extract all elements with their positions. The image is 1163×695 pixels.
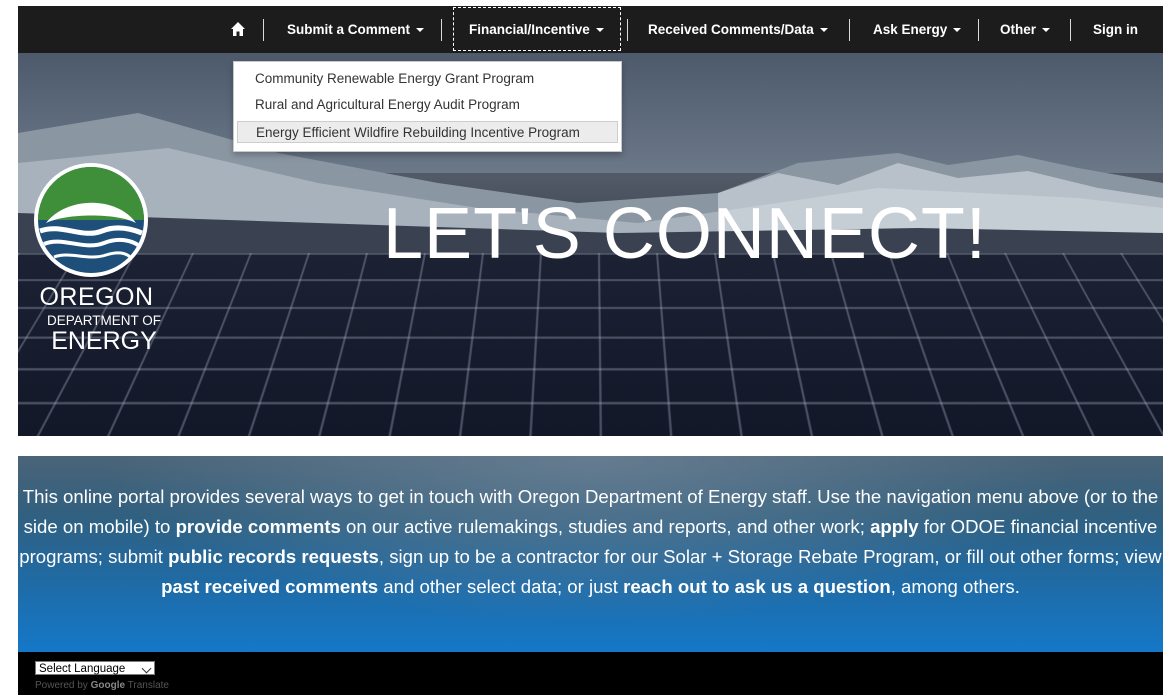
public-records-text: public records requests bbox=[168, 546, 379, 567]
intro-section: This online portal provides several ways… bbox=[18, 456, 1163, 652]
financial-incentive-dropdown: Community Renewable Energy Grant Program… bbox=[233, 61, 622, 152]
ask-question-text: reach out to ask us a question bbox=[623, 576, 891, 597]
powered-by-google-translate[interactable]: Powered by Google Translate bbox=[35, 680, 169, 691]
dropdown-item-wildfire-rebuilding[interactable]: Energy Efficient Wildfire Rebuilding Inc… bbox=[237, 121, 618, 143]
nav-received-comments[interactable]: Received Comments/Data bbox=[648, 6, 828, 53]
nav-separator bbox=[849, 19, 850, 41]
nav-separator bbox=[978, 19, 979, 41]
logo-text-department: DEPARTMENT OF bbox=[46, 313, 161, 328]
chevron-down-icon bbox=[141, 663, 152, 674]
caret-down-icon bbox=[595, 28, 604, 33]
odoe-logo-icon[interactable] bbox=[32, 161, 150, 279]
caret-down-icon bbox=[1042, 28, 1051, 33]
language-select[interactable]: Select Language bbox=[35, 661, 155, 675]
dropdown-item-rural-agricultural[interactable]: Rural and Agricultural Energy Audit Prog… bbox=[234, 94, 619, 116]
top-navbar: Submit a Comment Financial/Incentive Rec… bbox=[18, 6, 1163, 53]
nav-separator bbox=[441, 19, 442, 41]
google-logo-text: Google bbox=[90, 680, 126, 691]
logo-text-oregon: OREGON bbox=[39, 283, 154, 311]
apply-text: apply bbox=[870, 516, 919, 537]
logo-text-energy: ENERGY bbox=[51, 327, 157, 355]
home-icon[interactable] bbox=[230, 21, 246, 37]
nav-separator bbox=[627, 19, 628, 41]
nav-separator bbox=[263, 19, 264, 41]
nav-other[interactable]: Other bbox=[1000, 6, 1051, 53]
past-comments-text: past received comments bbox=[161, 576, 379, 597]
caret-down-icon bbox=[953, 28, 962, 33]
nav-ask-energy[interactable]: Ask Energy bbox=[873, 6, 962, 53]
footer: Select Language Powered by Google Transl… bbox=[18, 652, 1163, 695]
caret-down-icon bbox=[416, 28, 425, 33]
nav-sign-in[interactable]: Sign in bbox=[1093, 6, 1138, 53]
nav-submit-comment[interactable]: Submit a Comment bbox=[287, 6, 425, 53]
dropdown-item-community-renewable[interactable]: Community Renewable Energy Grant Program bbox=[234, 68, 619, 90]
hero-title: LET'S CONNECT! bbox=[383, 194, 987, 274]
nav-separator bbox=[1070, 19, 1071, 41]
nav-financial-incentive[interactable]: Financial/Incentive bbox=[469, 6, 604, 53]
caret-down-icon bbox=[819, 28, 828, 33]
intro-text: This online portal provides several ways… bbox=[19, 486, 1162, 597]
provide-comments-text: provide comments bbox=[175, 516, 341, 537]
